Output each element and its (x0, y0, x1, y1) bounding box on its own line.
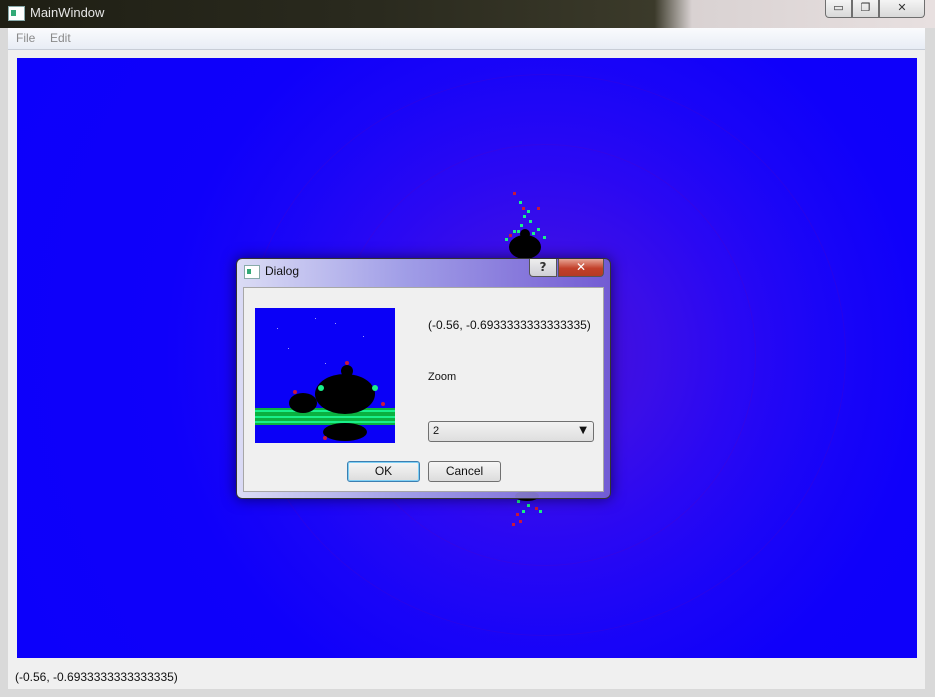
menu-bar: File Edit (8, 28, 925, 50)
zoom-dropdown[interactable]: 2 ▼ (428, 421, 594, 442)
maximize-button[interactable]: ❐ (852, 0, 879, 18)
dialog-title: Dialog (265, 264, 300, 278)
menu-edit[interactable]: Edit (50, 31, 71, 45)
coordinates-label: (-0.56, -0.6933333333333335) (428, 318, 591, 332)
app-icon (8, 6, 25, 21)
title-bar[interactable]: MainWindow ▭ ❐ ✕ (0, 0, 935, 28)
zoom-preview-image (255, 308, 395, 443)
zoom-label: Zoom (428, 371, 457, 383)
minimize-button[interactable]: ▭ (825, 0, 852, 18)
menu-file[interactable]: File (16, 31, 35, 45)
status-coordinates: (-0.56, -0.6933333333333335) (15, 670, 178, 684)
help-button[interactable]: ? (529, 259, 557, 277)
status-bar: (-0.56, -0.6933333333333335) (8, 666, 925, 689)
dialog-body: (-0.56, -0.6933333333333335) Zoom 2 ▼ OK… (243, 287, 604, 492)
window-frame-bottom (0, 689, 935, 697)
zoom-selected-value: 2 (433, 425, 440, 437)
window-frame-left (0, 28, 8, 697)
zoom-dialog: Dialog ? ✕ (-0.56, -0.6933333333333335) … (236, 258, 611, 499)
dialog-close-button[interactable]: ✕ (558, 259, 604, 277)
window-title: MainWindow (30, 5, 105, 20)
preview-fractal (255, 308, 395, 443)
dialog-icon (244, 265, 260, 279)
cancel-button[interactable]: Cancel (428, 461, 501, 482)
ok-button[interactable]: OK (347, 461, 420, 482)
close-button[interactable]: ✕ (879, 0, 925, 18)
minibrot-upper (505, 192, 546, 259)
chevron-down-icon: ▼ (579, 425, 587, 436)
window-frame-right (925, 28, 935, 697)
